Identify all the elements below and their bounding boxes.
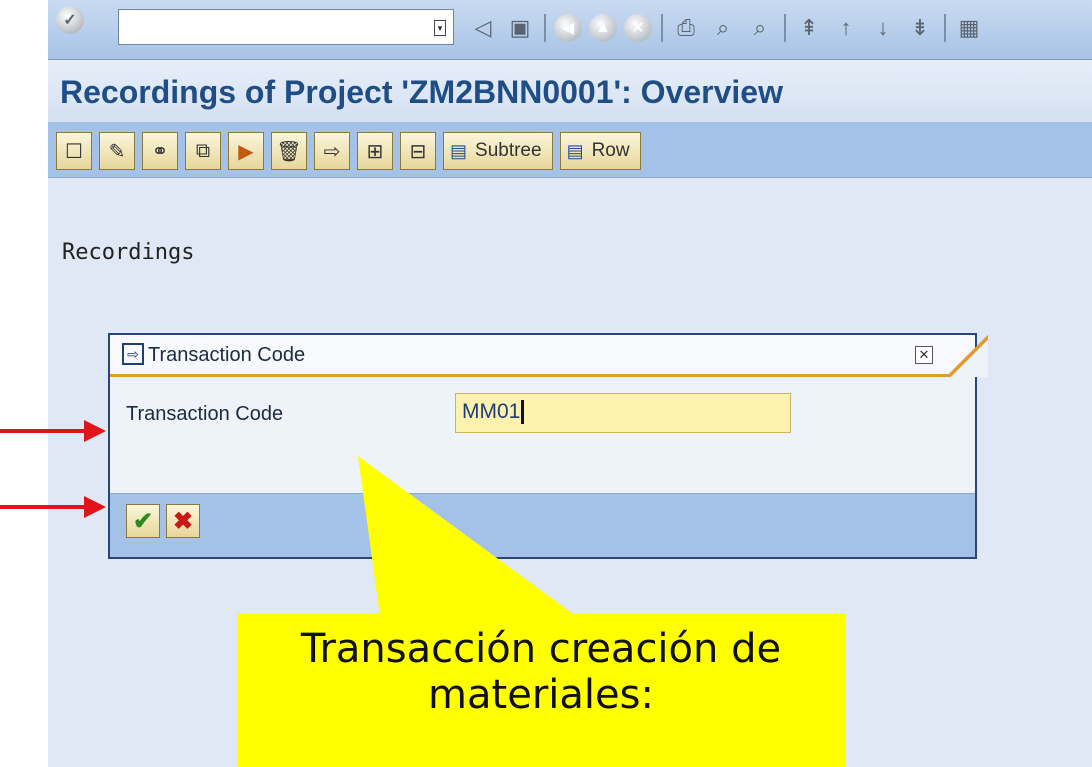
annotation-callout: Transacción creación de materiales:: [237, 614, 845, 767]
callout-text: Transacción creación de materiales:: [300, 626, 782, 718]
